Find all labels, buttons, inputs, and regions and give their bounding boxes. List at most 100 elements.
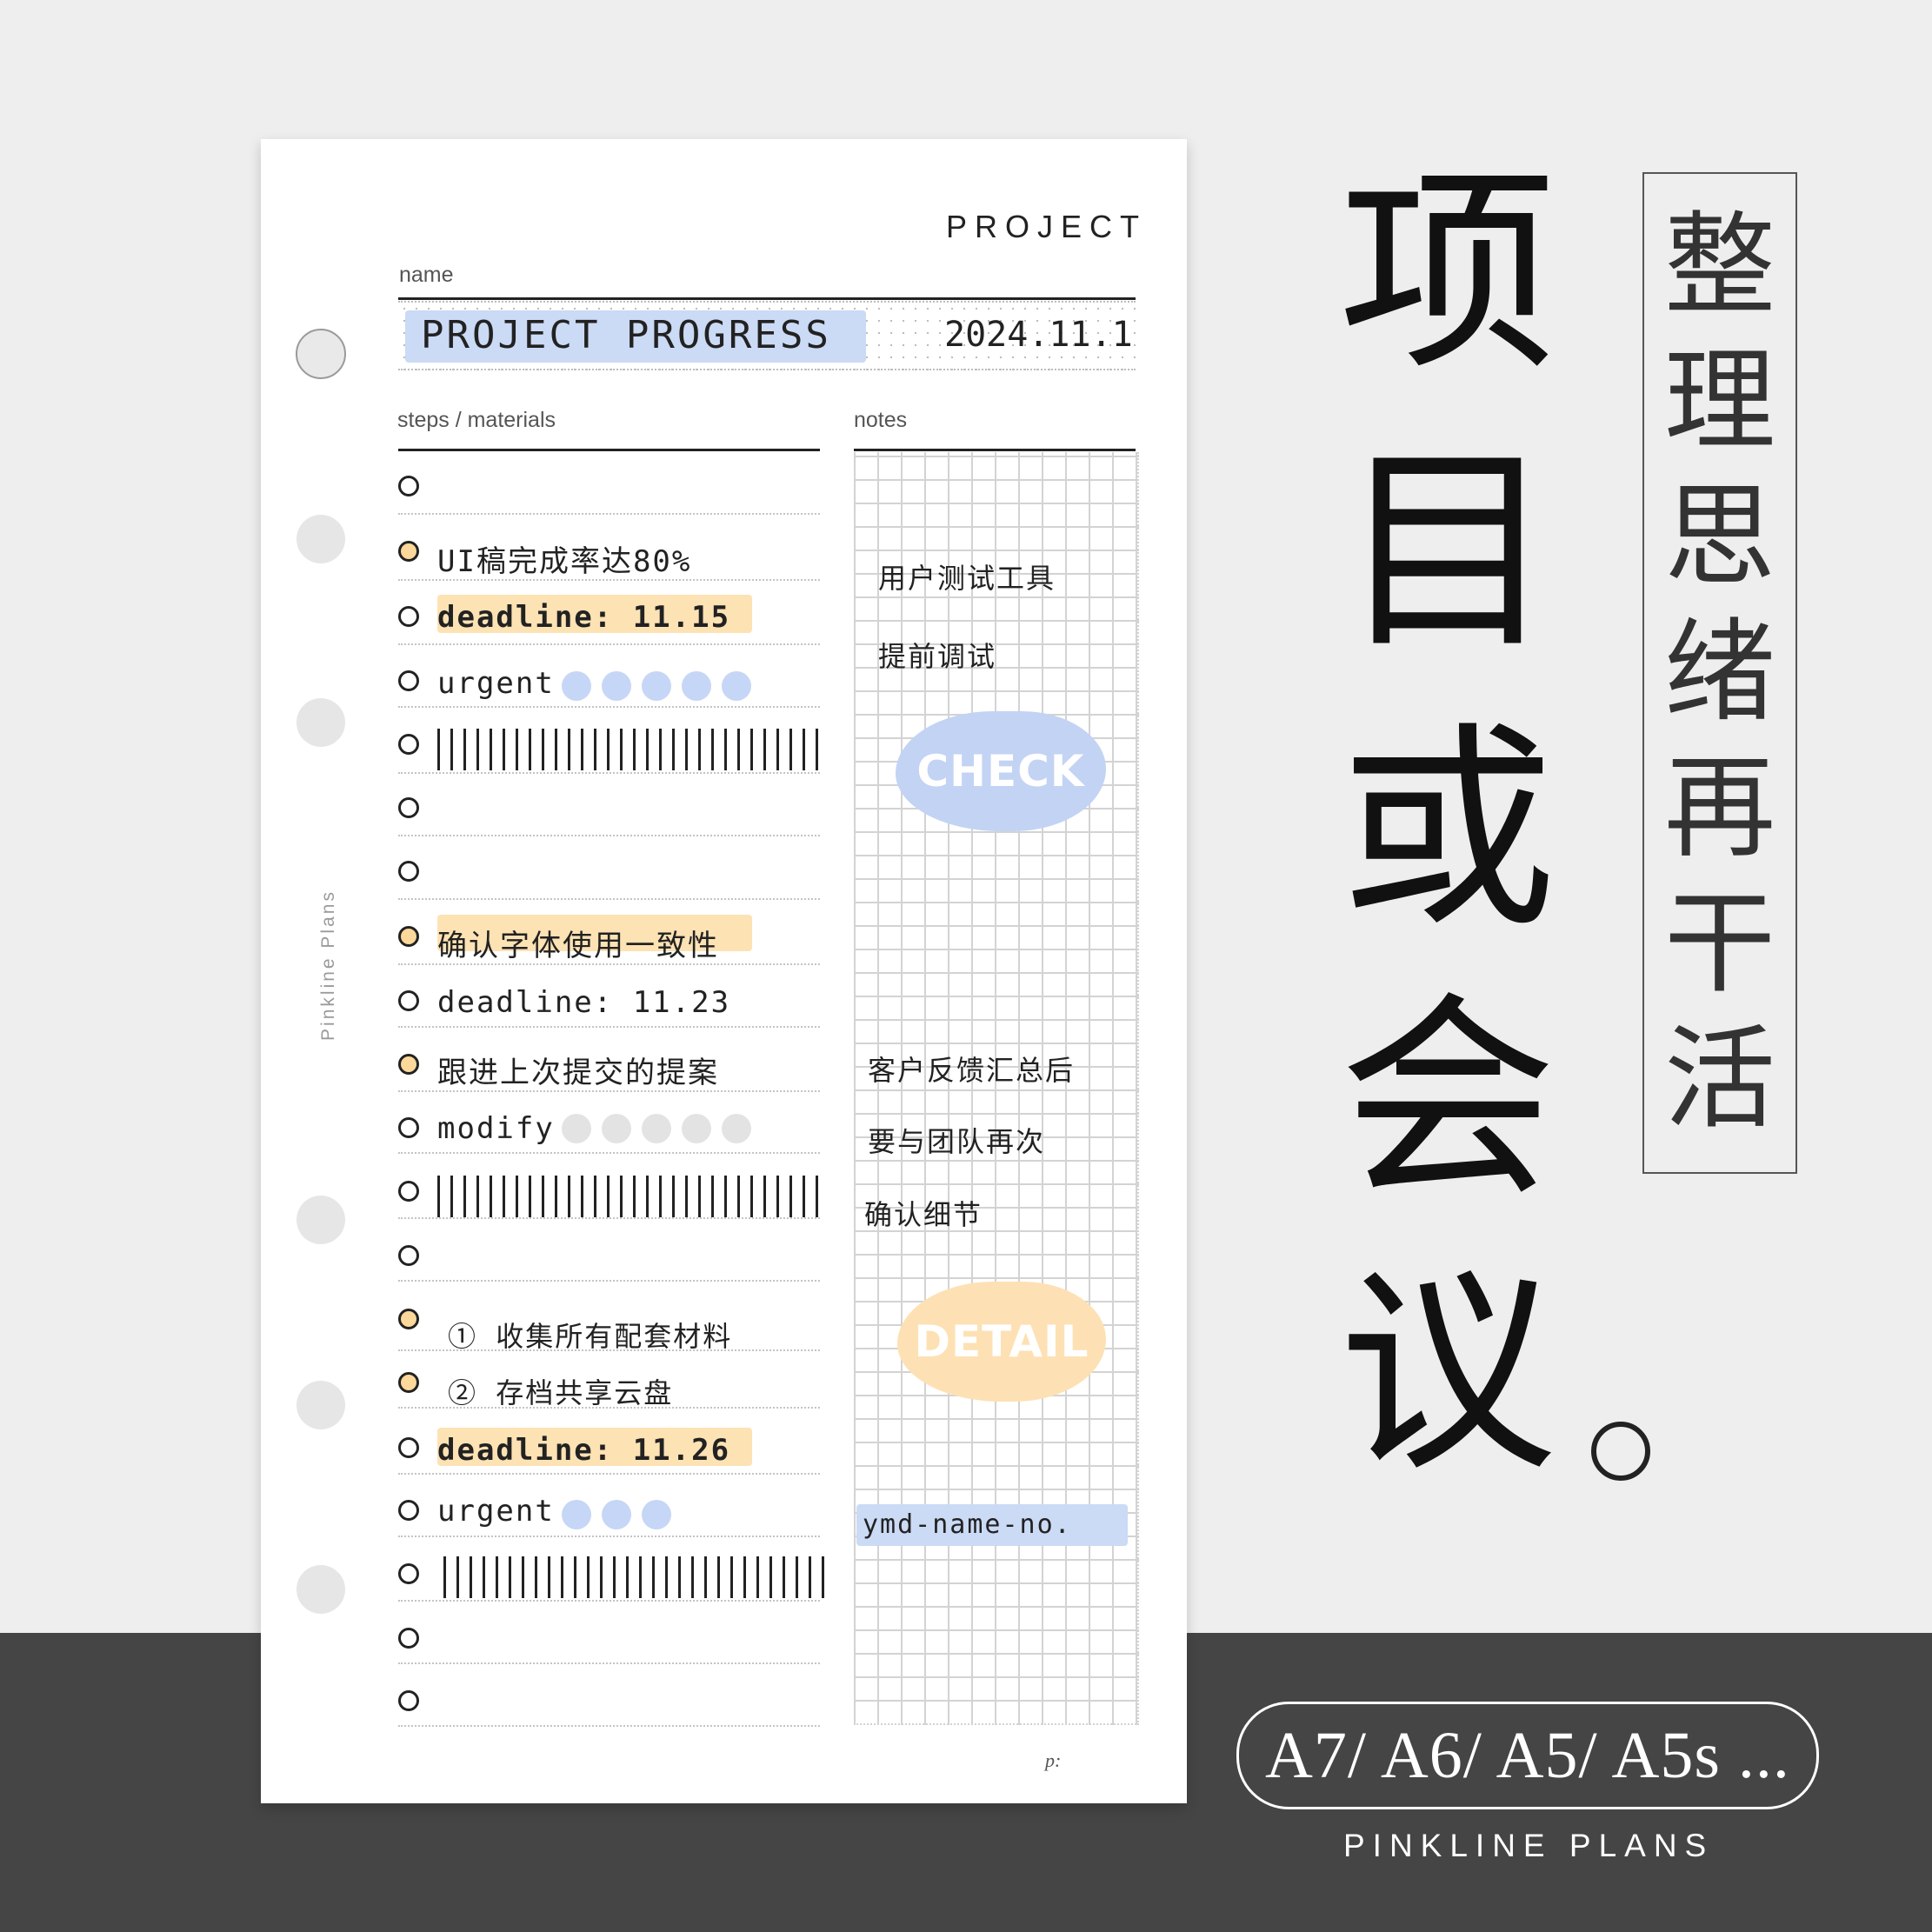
step-bullet[interactable] [398, 1309, 419, 1329]
row-line [398, 1152, 820, 1154]
priority-dots [562, 1500, 671, 1529]
priority-dot [562, 671, 591, 701]
row-line [398, 1725, 820, 1727]
step-bullet[interactable] [398, 990, 419, 1011]
binder-hole [296, 1381, 345, 1429]
step-bullet[interactable] [398, 1690, 419, 1711]
step-bullet[interactable] [398, 1054, 419, 1075]
row-line [398, 1090, 820, 1092]
priority-dot [722, 671, 751, 701]
step-text: UI稿完成率达80% [437, 544, 692, 579]
row-line [398, 706, 820, 708]
row-line [398, 963, 820, 965]
brand-name: PINKLINE PLANS [1343, 1828, 1715, 1863]
note-line: 要与团队再次 [868, 1125, 1046, 1158]
priority-dot [642, 1500, 671, 1529]
row-line [398, 643, 820, 645]
page-number-label: p: [1045, 1749, 1062, 1771]
note-line: 确认细节 [864, 1198, 983, 1231]
title-char: 议 [1339, 1247, 1556, 1500]
step-bullet[interactable] [398, 1628, 419, 1649]
step-bullet[interactable] [398, 797, 419, 818]
row-line [398, 898, 820, 900]
step-bullet[interactable] [398, 1245, 419, 1266]
notes-rule [854, 449, 1136, 451]
step-bullet[interactable] [398, 1181, 419, 1202]
detail-sticker-label: DETAIL [914, 1316, 1089, 1367]
step-text: urgent [437, 666, 555, 701]
row-line [398, 1217, 820, 1219]
step-bullet[interactable] [398, 1117, 419, 1138]
step-text: urgent [437, 1494, 555, 1529]
check-sticker: CHECK [896, 711, 1106, 831]
priority-dot [682, 1114, 711, 1143]
priority-dot [682, 671, 711, 701]
step-bullet[interactable] [398, 1500, 419, 1521]
footer-dots [398, 1762, 1103, 1765]
priority-dot [602, 1500, 631, 1529]
title-char: 会 [1339, 973, 1556, 1226]
sizes-label: A7/ A6/ A5/ A5s ... [1265, 1718, 1790, 1792]
step-text: 跟进上次提交的提案 [437, 1056, 719, 1090]
row-line [398, 1280, 820, 1282]
name-label: name [399, 263, 454, 287]
row-line [398, 1407, 820, 1409]
row-line [398, 1349, 820, 1351]
row-line [398, 1026, 820, 1028]
steps-label: steps / materials [397, 408, 556, 432]
step-text: deadline: 11.15 [437, 600, 731, 635]
note-line: 提前调试 [878, 640, 997, 673]
row-line [398, 835, 820, 836]
title-period [1591, 1422, 1650, 1481]
title-char: 项 [1339, 147, 1556, 400]
sizes-pill: A7/ A6/ A5/ A5s ... [1236, 1702, 1819, 1809]
step-bullet[interactable] [398, 1372, 419, 1393]
subtitle-char: 干 [1663, 879, 1775, 1009]
step-bullet[interactable] [398, 861, 419, 882]
notes-label: notes [854, 408, 908, 432]
note-line: 用户测试工具 [878, 562, 1056, 595]
step-bullet[interactable] [398, 606, 419, 627]
row-line [398, 772, 820, 774]
priority-dot [722, 1114, 751, 1143]
step-bullet[interactable] [398, 670, 419, 691]
steps-rule [398, 449, 820, 451]
step-bullet[interactable] [398, 926, 419, 947]
row-line [398, 1600, 820, 1602]
priority-dot [602, 1114, 631, 1143]
binder-hole [296, 1196, 345, 1244]
subtitle-char: 再 [1663, 743, 1775, 873]
progress-tally [443, 1556, 831, 1598]
row-line [398, 579, 820, 581]
priority-dot [602, 671, 631, 701]
step-text: 确认字体使用一致性 [437, 929, 719, 963]
step-text: deadline: 11.23 [437, 985, 731, 1020]
row-line [398, 1536, 820, 1537]
step-bullet[interactable] [398, 476, 419, 496]
subtitle-box: 整 理 思 绪 再 干 活 [1642, 172, 1797, 1174]
step-bullet[interactable] [398, 1563, 419, 1584]
priority-dots [562, 1114, 751, 1143]
subtitle-char: 活 [1663, 1015, 1775, 1144]
subtitle-char: 思 [1663, 472, 1775, 602]
detail-sticker: DETAIL [897, 1282, 1106, 1402]
row-line [398, 1473, 820, 1475]
step-text: modify [437, 1111, 555, 1146]
step-bullet[interactable] [398, 734, 419, 755]
priority-dot [642, 1114, 671, 1143]
step-bullet[interactable] [398, 541, 419, 562]
sheet-header: PROJECT [946, 209, 1148, 244]
row-line [398, 513, 820, 515]
step-bullet[interactable] [398, 1437, 419, 1458]
progress-tally [437, 729, 825, 770]
subtitle-char: 理 [1663, 336, 1775, 466]
row-line [398, 1662, 820, 1664]
name-rule [398, 297, 1136, 300]
priority-dots [562, 671, 751, 701]
priority-dot [642, 671, 671, 701]
step-text: ② 存档共享云盘 [448, 1376, 674, 1409]
subtitle-char: 整 [1663, 201, 1775, 330]
step-text: deadline: 11.26 [437, 1433, 731, 1468]
title-char: 目 [1339, 425, 1556, 678]
project-date: 2024.11.1 [944, 315, 1133, 355]
